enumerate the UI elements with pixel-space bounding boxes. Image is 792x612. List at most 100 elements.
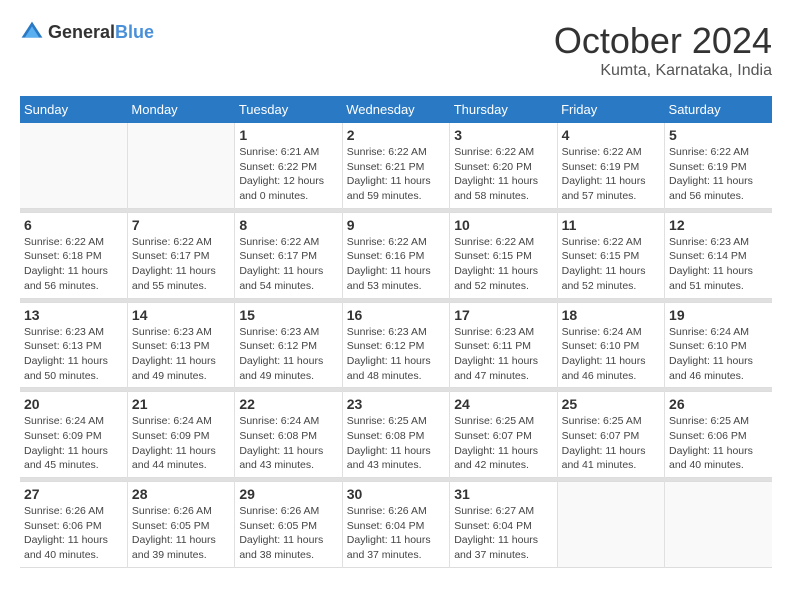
day-cell <box>665 482 772 568</box>
day-info: Sunrise: 6:26 AMSunset: 6:04 PMDaylight:… <box>347 504 445 563</box>
day-number: 20 <box>24 396 123 412</box>
day-number: 5 <box>669 127 768 143</box>
day-number: 6 <box>24 217 123 233</box>
week-row-5: 27 Sunrise: 6:26 AMSunset: 6:06 PMDayligh… <box>20 482 772 568</box>
day-info: Sunrise: 6:22 AMSunset: 6:18 PMDaylight:… <box>24 235 123 294</box>
day-info: Sunrise: 6:22 AMSunset: 6:19 PMDaylight:… <box>669 145 768 204</box>
day-headers-row: SundayMondayTuesdayWednesdayThursdayFrid… <box>20 96 772 123</box>
day-cell: 30Sunrise: 6:26 AMSunset: 6:04 PMDayligh… <box>342 482 449 568</box>
day-cell: 14Sunrise: 6:23 AMSunset: 6:13 PMDayligh… <box>127 302 234 388</box>
day-number: 7 <box>132 217 230 233</box>
day-cell: 5 Sunrise: 6:22 AMSunset: 6:19 PMDaylight… <box>665 123 772 208</box>
day-number: 4 <box>562 127 660 143</box>
day-number: 19 <box>669 307 768 323</box>
day-info: Sunrise: 6:25 AMSunset: 6:07 PMDaylight:… <box>454 414 552 473</box>
day-number: 1 <box>239 127 337 143</box>
day-cell: 24 Sunrise: 6:25 AMSunset: 6:07 PMDayligh… <box>450 392 557 478</box>
week-row-3: 13 Sunrise: 6:23 AMSunset: 6:13 PMDayligh… <box>20 302 772 388</box>
day-header-saturday: Saturday <box>665 96 772 123</box>
week-row-4: 20 Sunrise: 6:24 AMSunset: 6:09 PMDayligh… <box>20 392 772 478</box>
day-info: Sunrise: 6:22 AMSunset: 6:17 PMDaylight:… <box>132 235 230 294</box>
day-cell: 13 Sunrise: 6:23 AMSunset: 6:13 PMDayligh… <box>20 302 127 388</box>
day-number: 11 <box>562 217 660 233</box>
day-cell: 18 Sunrise: 6:24 AMSunset: 6:10 PMDayligh… <box>557 302 664 388</box>
day-info: Sunrise: 6:22 AMSunset: 6:16 PMDaylight:… <box>347 235 445 294</box>
day-cell: 22 Sunrise: 6:24 AMSunset: 6:08 PMDayligh… <box>235 392 342 478</box>
day-number: 27 <box>24 486 123 502</box>
day-info: Sunrise: 6:23 AMSunset: 6:12 PMDaylight:… <box>347 325 445 384</box>
day-header-sunday: Sunday <box>20 96 127 123</box>
day-info: Sunrise: 6:21 AMSunset: 6:22 PMDaylight:… <box>239 145 337 204</box>
day-info: Sunrise: 6:24 AMSunset: 6:09 PMDaylight:… <box>24 414 123 473</box>
day-cell: 8 Sunrise: 6:22 AMSunset: 6:17 PMDaylight… <box>235 212 342 298</box>
day-number: 14 <box>132 307 230 323</box>
day-header-monday: Monday <box>127 96 234 123</box>
day-info: Sunrise: 6:22 AMSunset: 6:15 PMDaylight:… <box>562 235 660 294</box>
day-info: Sunrise: 6:22 AMSunset: 6:20 PMDaylight:… <box>454 145 552 204</box>
day-cell: 3 Sunrise: 6:22 AMSunset: 6:20 PMDaylight… <box>450 123 557 208</box>
logo: GeneralBlue <box>20 20 154 44</box>
day-header-thursday: Thursday <box>450 96 557 123</box>
day-number: 22 <box>239 396 337 412</box>
day-cell: 6 Sunrise: 6:22 AMSunset: 6:18 PMDaylight… <box>20 212 127 298</box>
day-number: 25 <box>562 396 660 412</box>
day-number: 31 <box>454 486 552 502</box>
day-info: Sunrise: 6:25 AMSunset: 6:06 PMDaylight:… <box>669 414 768 473</box>
day-cell: 20 Sunrise: 6:24 AMSunset: 6:09 PMDayligh… <box>20 392 127 478</box>
day-number: 3 <box>454 127 552 143</box>
day-info: Sunrise: 6:24 AMSunset: 6:10 PMDaylight:… <box>669 325 768 384</box>
day-info: Sunrise: 6:22 AMSunset: 6:17 PMDaylight:… <box>239 235 337 294</box>
day-info: Sunrise: 6:26 AMSunset: 6:06 PMDaylight:… <box>24 504 123 563</box>
page-header: GeneralBlue October 2024 Kumta, Karnatak… <box>20 20 772 80</box>
month-title: October 2024 <box>554 20 772 62</box>
day-number: 13 <box>24 307 123 323</box>
logo-text-general: General <box>48 22 115 42</box>
day-cell: 10 Sunrise: 6:22 AMSunset: 6:15 PMDayligh… <box>450 212 557 298</box>
day-number: 2 <box>347 127 445 143</box>
day-number: 29 <box>239 486 337 502</box>
day-number: 15 <box>239 307 337 323</box>
day-cell: 28Sunrise: 6:26 AMSunset: 6:05 PMDayligh… <box>127 482 234 568</box>
day-info: Sunrise: 6:22 AMSunset: 6:21 PMDaylight:… <box>347 145 445 204</box>
day-cell: 17 Sunrise: 6:23 AMSunset: 6:11 PMDayligh… <box>450 302 557 388</box>
day-cell: 21 Sunrise: 6:24 AMSunset: 6:09 PMDayligh… <box>127 392 234 478</box>
day-cell: 26 Sunrise: 6:25 AMSunset: 6:06 PMDayligh… <box>665 392 772 478</box>
day-header-wednesday: Wednesday <box>342 96 449 123</box>
day-info: Sunrise: 6:23 AMSunset: 6:14 PMDaylight:… <box>669 235 768 294</box>
day-cell: 4Sunrise: 6:22 AMSunset: 6:19 PMDaylight… <box>557 123 664 208</box>
day-info: Sunrise: 6:23 AMSunset: 6:12 PMDaylight:… <box>239 325 337 384</box>
calendar-table: SundayMondayTuesdayWednesdayThursdayFrid… <box>20 96 772 568</box>
location: Kumta, Karnataka, India <box>554 62 772 80</box>
day-number: 12 <box>669 217 768 233</box>
day-number: 18 <box>562 307 660 323</box>
week-row-2: 6 Sunrise: 6:22 AMSunset: 6:18 PMDaylight… <box>20 212 772 298</box>
day-info: Sunrise: 6:22 AMSunset: 6:15 PMDaylight:… <box>454 235 552 294</box>
day-info: Sunrise: 6:24 AMSunset: 6:08 PMDaylight:… <box>239 414 337 473</box>
day-number: 17 <box>454 307 552 323</box>
day-header-friday: Friday <box>557 96 664 123</box>
day-cell: 25 Sunrise: 6:25 AMSunset: 6:07 PMDayligh… <box>557 392 664 478</box>
day-info: Sunrise: 6:24 AMSunset: 6:10 PMDaylight:… <box>562 325 660 384</box>
day-info: Sunrise: 6:23 AMSunset: 6:13 PMDaylight:… <box>24 325 123 384</box>
day-info: Sunrise: 6:23 AMSunset: 6:11 PMDaylight:… <box>454 325 552 384</box>
day-number: 16 <box>347 307 445 323</box>
day-cell: 27 Sunrise: 6:26 AMSunset: 6:06 PMDayligh… <box>20 482 127 568</box>
day-info: Sunrise: 6:25 AMSunset: 6:08 PMDaylight:… <box>347 414 445 473</box>
day-cell: 23Sunrise: 6:25 AMSunset: 6:08 PMDayligh… <box>342 392 449 478</box>
day-info: Sunrise: 6:24 AMSunset: 6:09 PMDaylight:… <box>132 414 230 473</box>
day-info: Sunrise: 6:25 AMSunset: 6:07 PMDaylight:… <box>562 414 660 473</box>
title-area: October 2024 Kumta, Karnataka, India <box>554 20 772 80</box>
day-number: 21 <box>132 396 230 412</box>
day-cell: 12 Sunrise: 6:23 AMSunset: 6:14 PMDayligh… <box>665 212 772 298</box>
day-cell: 19 Sunrise: 6:24 AMSunset: 6:10 PMDayligh… <box>665 302 772 388</box>
logo-icon <box>20 20 44 44</box>
week-row-1: 1 Sunrise: 6:21 AMSunset: 6:22 PMDaylight… <box>20 123 772 208</box>
day-number: 10 <box>454 217 552 233</box>
day-cell: 15 Sunrise: 6:23 AMSunset: 6:12 PMDayligh… <box>235 302 342 388</box>
day-cell: 9 Sunrise: 6:22 AMSunset: 6:16 PMDaylight… <box>342 212 449 298</box>
day-number: 8 <box>239 217 337 233</box>
day-number: 24 <box>454 396 552 412</box>
day-number: 26 <box>669 396 768 412</box>
day-cell <box>127 123 234 208</box>
day-number: 9 <box>347 217 445 233</box>
